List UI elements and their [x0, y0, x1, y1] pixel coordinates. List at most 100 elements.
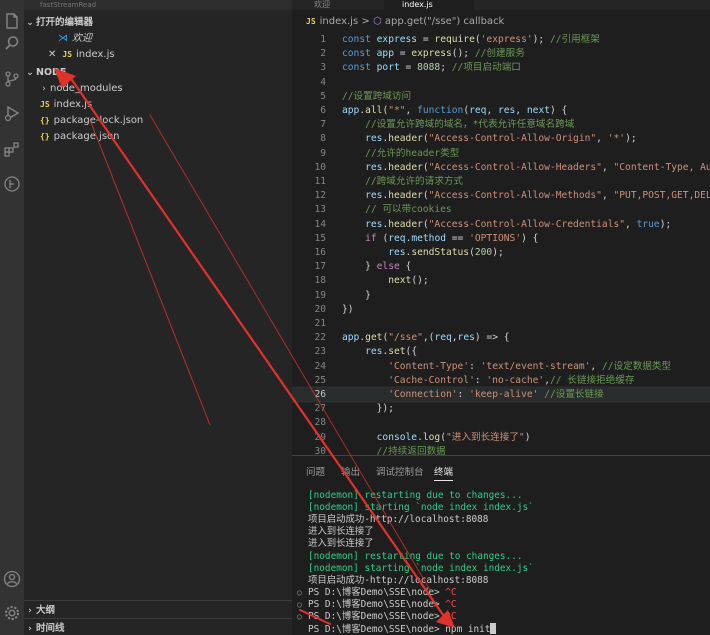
- code-line[interactable]: 14 res.header("Access-Control-Allow-Cred…: [292, 217, 710, 232]
- code-line[interactable]: 2 const app = express(); //创建服务: [292, 46, 710, 61]
- code-line[interactable]: 30 //持续返回数据: [292, 444, 710, 455]
- terminal-line: PS D:\博客Demo\SSE\node> npm init: [308, 623, 708, 635]
- search-icon[interactable]: [3, 34, 21, 52]
- tab-debug-console[interactable]: 调试控制台: [376, 464, 424, 478]
- breadcrumb-separator: >: [361, 16, 370, 27]
- code-text: res.header("Access-Control-Allow-Headers…: [365, 161, 710, 173]
- explorer-sidebar: fastStreamRead ⌄ 打开的编辑器 ⋊ 欢迎 ✕ JS index.js ⌄…: [24, 0, 292, 635]
- folder-section-node[interactable]: ⌄ NODE: [24, 65, 292, 81]
- code-text: app.get("/sse",(req,res) => {: [342, 332, 510, 344]
- code-line[interactable]: 16 res.sendStatus(200);: [292, 245, 710, 260]
- code-text: res.header("Access-Control-Allow-Origin"…: [365, 133, 637, 145]
- tree-item-package-json[interactable]: {} package.json: [24, 129, 292, 145]
- timeline-title: 时间线: [36, 623, 65, 634]
- open-editor-welcome[interactable]: ⋊ 欢迎: [24, 31, 292, 47]
- code-line[interactable]: 24 'Content-Type': 'text/event-stream', …: [292, 359, 710, 374]
- tab-output[interactable]: 输出: [341, 464, 360, 478]
- code-line[interactable]: 6 app.all("*", function(req, res, next) {: [292, 103, 710, 118]
- explorer-icon[interactable]: [3, 12, 21, 30]
- activity-bar: [0, 0, 24, 635]
- json-icon: {}: [40, 132, 50, 141]
- close-icon[interactable]: ✕: [48, 49, 56, 60]
- code-line[interactable]: 4: [292, 75, 710, 90]
- line-number: 25: [314, 374, 326, 386]
- code-line[interactable]: 15 if (req.method == 'OPTIONS') {: [292, 231, 710, 246]
- code-line[interactable]: 29 console.log("进入到长连接了"): [292, 430, 710, 445]
- remote-icon[interactable]: [3, 175, 21, 193]
- tab-problems[interactable]: 问题: [306, 464, 325, 478]
- code-line[interactable]: 13 // 可以带cookies: [292, 202, 710, 217]
- tree-item-node-modules[interactable]: › node_modules: [24, 81, 292, 97]
- code-editor[interactable]: 1 const express = require('express'); //引…: [292, 30, 710, 455]
- js-icon: JS: [40, 100, 50, 109]
- line-number: 28: [314, 417, 326, 429]
- terminal-line: [nodemon] starting `node index index.js`: [308, 502, 534, 514]
- tree-item-package-lock-json[interactable]: {} package-lock.json: [24, 113, 292, 129]
- code-line[interactable]: 10 res.header("Access-Control-Allow-Head…: [292, 160, 710, 175]
- code-line[interactable]: 26 'Connection': 'keep-alive' //设置长链接: [292, 386, 710, 403]
- chevron-down-icon: ⌄: [26, 18, 34, 28]
- code-line[interactable]: 27 });: [292, 401, 710, 416]
- code-line[interactable]: 11 //跨域允许的请求方式: [292, 174, 710, 189]
- tree-item-label: package-lock.json: [53, 115, 144, 126]
- code-line[interactable]: 3 const port = 8088; //项目启动端口: [292, 60, 710, 75]
- terminal-line: 进入到长连接了: [308, 526, 374, 538]
- tree-item-index-js[interactable]: JS index.js: [24, 97, 292, 113]
- line-number: 12: [314, 190, 326, 202]
- code-text: const app = express(); //创建服务: [342, 48, 525, 60]
- account-icon[interactable]: [3, 570, 21, 588]
- tab-terminal[interactable]: 终端: [434, 464, 454, 481]
- terminal-cursor: [490, 623, 497, 635]
- code-text: // 可以带cookies: [365, 204, 452, 216]
- breadcrumb: JS index.js > ⬡ app.get("/sse") callback: [292, 14, 710, 30]
- code-line[interactable]: 21: [292, 316, 710, 331]
- code-line[interactable]: 7 //设置允许跨域的域名，*代表允许任意域名跨域: [292, 117, 710, 132]
- code-line[interactable]: 20}): [292, 302, 710, 317]
- line-number: 4: [320, 76, 326, 88]
- tab-index-js[interactable]: index.js: [384, 0, 474, 10]
- code-text: res.set({: [365, 346, 418, 358]
- code-line[interactable]: 5 //设置跨域访问: [292, 89, 710, 104]
- terminal-line: ○ PS D:\博客Demo\SSE\node> ^C: [297, 598, 457, 610]
- line-number: 23: [314, 346, 326, 358]
- code-text: 'Content-Type': 'text/event-stream', //设…: [388, 360, 672, 372]
- extensions-icon[interactable]: [3, 140, 21, 158]
- line-number: 7: [320, 119, 326, 131]
- code-line[interactable]: 28: [292, 415, 710, 430]
- code-text: //设置允许跨域的域名，*代表允许任意域名跨域: [365, 119, 575, 131]
- settings-icon[interactable]: [3, 604, 21, 622]
- line-number: 27: [314, 403, 326, 415]
- line-number: 5: [320, 90, 326, 102]
- code-line[interactable]: 22 app.get("/sse",(req,res) => {: [292, 330, 710, 345]
- line-number: 2: [320, 48, 326, 60]
- line-number: 14: [314, 218, 326, 230]
- open-editor-index-js[interactable]: ✕ JS index.js: [24, 47, 292, 63]
- code-line[interactable]: 17 } else {: [292, 259, 710, 274]
- outline-section[interactable]: › 大纲: [24, 600, 292, 620]
- source-control-icon[interactable]: [3, 70, 21, 88]
- run-debug-icon[interactable]: [3, 104, 21, 122]
- code-line[interactable]: 9 //允许的header类型: [292, 146, 710, 161]
- code-line[interactable]: 1 const express = require('express'); //引…: [292, 32, 710, 47]
- line-number: 22: [314, 332, 326, 344]
- breadcrumb-symbol[interactable]: app.get("/sse") callback: [385, 16, 505, 27]
- terminal-line: [nodemon] restarting due to changes...: [308, 490, 523, 501]
- js-icon: JS: [62, 50, 73, 59]
- code-line[interactable]: 18 next();: [292, 273, 710, 288]
- line-number: 18: [314, 275, 326, 287]
- timeline-section[interactable]: › 时间线: [24, 618, 292, 635]
- line-number: 21: [314, 318, 326, 329]
- line-number: 10: [314, 161, 326, 173]
- tab-welcome[interactable]: 欢迎: [296, 0, 330, 10]
- code-line[interactable]: 19 }: [292, 288, 710, 303]
- tab-bar: 欢迎 index.js: [292, 0, 710, 10]
- open-editors-section[interactable]: ⌄ 打开的编辑器: [24, 15, 292, 31]
- code-line[interactable]: 8 res.header("Access-Control-Allow-Origi…: [292, 131, 710, 146]
- command-status-icon: ○: [297, 587, 302, 597]
- terminal-line: 项目启动成功-http://localhost:8088: [308, 514, 489, 526]
- breadcrumb-file[interactable]: index.js: [320, 16, 359, 27]
- code-line[interactable]: 23 res.set({: [292, 344, 710, 359]
- code-line[interactable]: 12 res.header("Access-Control-Allow-Meth…: [292, 188, 710, 203]
- code-line[interactable]: 25 'Cache-Control': 'no-cache',// 长链接拒绝缓…: [292, 373, 710, 388]
- json-icon: {}: [40, 116, 50, 125]
